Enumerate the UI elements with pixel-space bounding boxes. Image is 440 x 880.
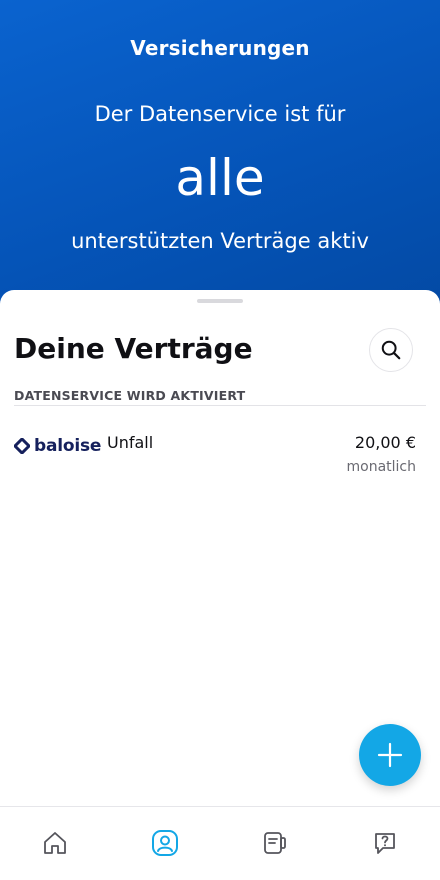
bottom-navigation [0,806,440,880]
profile-icon [152,830,178,856]
section-header: DATENSERVICE WIRD AKTIVIERT [14,388,246,403]
contracts-sheet: Deine Verträge DATENSERVICE WIRD AKTIVIE… [0,290,440,880]
hero-highlight: alle [175,149,265,207]
help-icon [375,833,395,854]
home-icon [44,832,66,854]
screen: Versicherungen Der Datenservice ist für … [0,0,440,880]
contracts-icon [264,832,286,854]
nav-profile[interactable] [145,823,185,863]
search-button[interactable] [369,328,413,372]
provider-logo: baloise [14,436,101,456]
contract-item[interactable]: baloise Unfall 20,00 € monatlich [0,420,440,480]
contract-name: Unfall [107,433,154,452]
hero-text-line2: unterstützten Verträge aktiv [71,229,369,253]
contract-amount: 20,00 € [354,433,416,452]
plus-icon [377,742,403,768]
nav-contracts[interactable] [255,823,295,863]
baloise-logo-icon [14,438,30,454]
search-icon [381,340,401,360]
hero-banner: Versicherungen Der Datenservice ist für … [0,0,440,320]
page-title: Versicherungen [130,36,310,60]
contract-period: monatlich [346,459,417,475]
nav-home[interactable] [35,823,75,863]
provider-name: baloise [34,436,102,456]
nav-help[interactable] [365,823,405,863]
contracts-title: Deine Verträge [14,332,253,365]
add-contract-button[interactable] [359,724,421,786]
sheet-drag-handle[interactable] [197,299,243,303]
hero-text-line1: Der Datenservice ist für [94,102,346,126]
section-divider [14,405,426,406]
